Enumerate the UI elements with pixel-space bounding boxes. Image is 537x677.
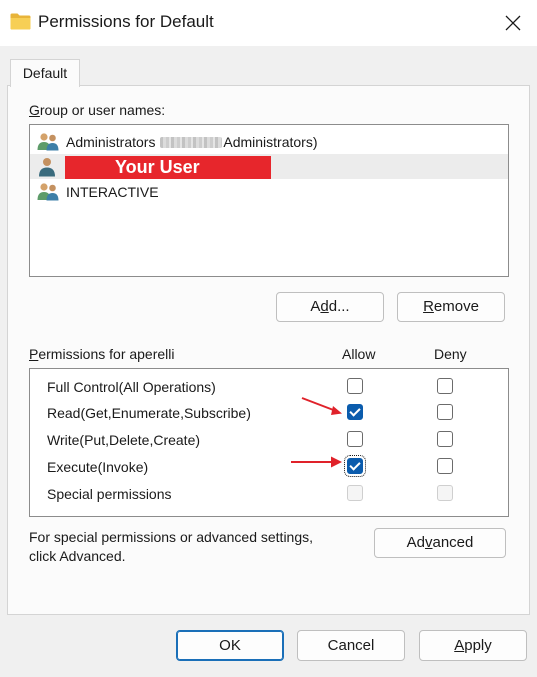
users-group-icon (37, 133, 59, 151)
user-list[interactable]: Administrators Administrators) Your User… (29, 124, 509, 277)
user-icon (39, 158, 55, 177)
permission-label: Execute(Invoke) (47, 459, 149, 475)
deny-checkbox-read[interactable] (437, 404, 453, 420)
list-item-interactive[interactable]: INTERACTIVE (30, 179, 508, 204)
permission-label: Full Control(All Operations) (47, 379, 216, 395)
remove-button[interactable]: Remove (397, 292, 505, 322)
apply-button[interactable]: Apply (419, 630, 527, 661)
advanced-note-line1: For special permissions or advanced sett… (29, 529, 314, 545)
permission-label: Read(Get,Enumerate,Subscribe) (47, 405, 251, 421)
annotation-arrow-icon (291, 456, 342, 468)
allow-checkbox-write[interactable] (347, 431, 363, 447)
close-button[interactable] (490, 2, 536, 44)
annotation-arrow-icon (301, 397, 342, 415)
tab-default[interactable]: Default (10, 59, 80, 87)
allow-checkbox-read[interactable] (347, 404, 363, 420)
list-item-administrators[interactable]: Administrators Administrators) (30, 129, 508, 154)
redacted-user-name: Your User (65, 156, 271, 179)
cancel-button[interactable]: Cancel (297, 630, 405, 661)
allow-checkbox-full-control[interactable] (347, 378, 363, 394)
add-button[interactable]: Add... (276, 292, 384, 322)
user-name: INTERACTIVE (66, 184, 159, 200)
permission-label: Write(Put,Delete,Create) (47, 432, 201, 448)
window-title: Permissions for Default (38, 12, 214, 31)
users-group-icon (37, 183, 59, 201)
advanced-note-line2: click Advanced. (29, 548, 126, 564)
close-icon (505, 15, 521, 31)
ok-button[interactable]: OK (176, 630, 284, 661)
allow-checkbox-execute[interactable] (344, 455, 366, 477)
permission-label: Special permissions (47, 486, 172, 502)
permissions-table: Full Control(All Operations) Read(Get,En… (29, 368, 509, 517)
permissions-label: Permissions for aperelli (29, 346, 175, 362)
deny-checkbox-full-control[interactable] (437, 378, 453, 394)
blurred-text (160, 137, 223, 148)
deny-header: Deny (434, 346, 467, 362)
user-name: Administrators Administrators) (66, 134, 318, 150)
folder-icon (10, 13, 31, 30)
deny-checkbox-write[interactable] (437, 431, 453, 447)
advanced-button[interactable]: Advanced (374, 528, 506, 558)
deny-checkbox-execute[interactable] (437, 458, 453, 474)
allow-checkbox-special (347, 485, 363, 501)
deny-checkbox-special (437, 485, 453, 501)
allow-header: Allow (342, 346, 376, 362)
group-users-label: Group or user names: (29, 102, 166, 118)
